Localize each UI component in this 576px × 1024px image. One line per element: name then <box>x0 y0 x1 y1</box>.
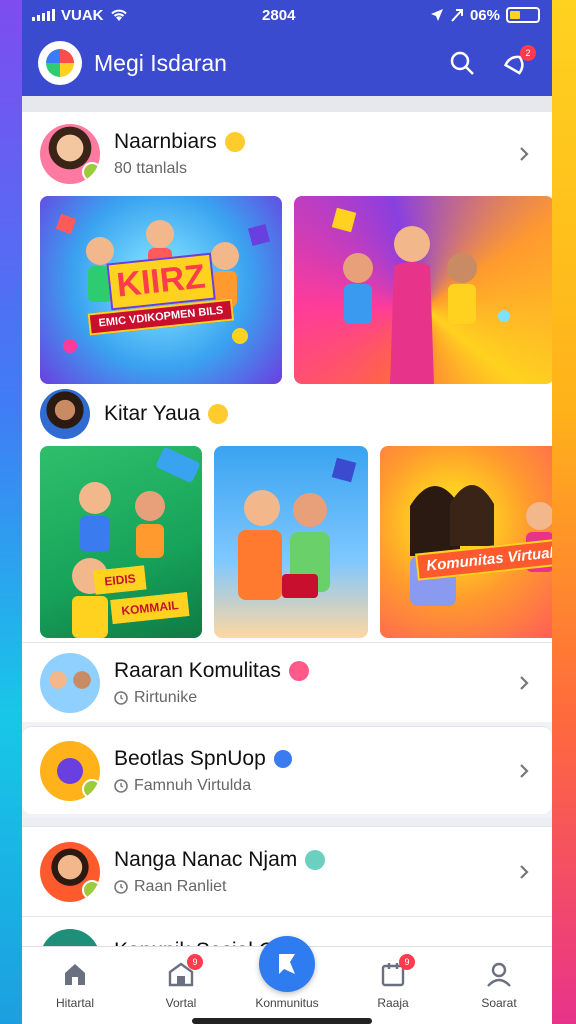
chevron-right-icon <box>520 147 529 161</box>
top-spacer <box>22 96 552 112</box>
list-item-title: Nanga Nanac Njam <box>114 847 298 871</box>
smile-emoji-icon <box>224 132 245 152</box>
feed-image-tile[interactable] <box>214 446 368 638</box>
nav-item-events[interactable]: 9 Raaja <box>348 954 438 1010</box>
list-item[interactable]: Raaran Komulitas Rirtunike <box>22 642 552 722</box>
clock-icon <box>114 690 128 705</box>
status-bar: VUAK 2804 06% <box>22 0 552 30</box>
search-icon <box>450 51 474 75</box>
carrier-text: VUAK <box>61 6 104 24</box>
feed-image-tile[interactable]: EIDIS KOMMAIL <box>40 446 202 638</box>
online-badge <box>82 162 100 182</box>
feed-image-tile[interactable]: KIIRZ EMIC VDIKOPMEN BILS <box>40 196 282 384</box>
list-item[interactable]: Beotlas SpnUop Famnuh Virtulda <box>22 726 552 814</box>
notifications-button[interactable]: 2 <box>496 43 536 83</box>
avatar <box>40 652 100 713</box>
group-name: Kitar Yaua <box>104 402 201 425</box>
decor-left-gradient <box>0 0 22 1024</box>
list-item-sub: Raan Ranliet <box>134 877 227 895</box>
smile-emoji-icon <box>208 404 229 424</box>
nav-label: Raaja <box>377 996 409 1010</box>
image-strip-2: EIDIS KOMMAIL Komunitas Virtual <box>22 442 552 642</box>
group-header-1[interactable]: Naarnbiars 80 ttanlals <box>22 112 552 196</box>
app-logo <box>38 41 82 85</box>
feed-card: Naarnbiars 80 ttanlals KIIRZ EMIC VDIKOP <box>22 112 552 642</box>
feed-image-tile[interactable]: Komunitas Virtual <box>380 446 552 638</box>
clock-icon <box>114 778 128 793</box>
signal-icon <box>32 9 55 21</box>
nav-label: Soarat <box>481 996 517 1010</box>
nav-item-portal[interactable]: 9 Vortal <box>136 954 226 1010</box>
chevron-right-icon <box>520 763 529 778</box>
separator <box>22 818 552 826</box>
avatar <box>40 124 100 184</box>
battery-percent: 06% <box>469 6 500 24</box>
app-title: Megi Isdaran <box>94 49 227 76</box>
globe-emoji-icon <box>305 849 326 870</box>
nav-badge: 9 <box>399 954 415 970</box>
phone-screen: VUAK 2804 06% Megi Isdaran 2 Naarnbiars … <box>22 0 552 1024</box>
home-icon <box>65 964 85 985</box>
friends-illustration-icon <box>238 457 357 600</box>
home-indicator[interactable] <box>192 1018 372 1024</box>
badge-emoji-icon <box>288 660 309 681</box>
location-arrow-icon <box>430 9 443 21</box>
image-strip-1: KIIRZ EMIC VDIKOPMEN BILS <box>22 196 552 386</box>
nav-label: Konmunitus <box>255 996 319 1010</box>
online-badge <box>82 879 100 900</box>
online-badge <box>82 778 100 799</box>
notification-badge: 2 <box>520 45 536 61</box>
nav-label: Hitartal <box>55 996 94 1010</box>
nav-item-community[interactable]: Konmunitus <box>242 936 332 1010</box>
nav-item-home[interactable]: Hitartal <box>30 958 120 1010</box>
wifi-icon <box>110 9 127 21</box>
nav-item-profile[interactable]: Soarat <box>454 958 544 1010</box>
list-item-title: Raaran Komulitas <box>114 658 281 682</box>
profile-icon <box>487 962 511 987</box>
signal-arrow-icon <box>451 9 463 22</box>
battery-icon <box>505 7 540 23</box>
app-bar: Megi Isdaran 2 <box>22 30 552 96</box>
bottom-navigation: Hitartal 9 Vortal Konmunitus 9 Raaja Soa… <box>22 936 552 1024</box>
group-header-2[interactable]: Kitar Yaua <box>22 386 552 442</box>
avatar <box>40 740 100 801</box>
family-illustration-icon <box>331 207 510 384</box>
avatar <box>40 841 100 902</box>
chevron-right-icon <box>520 675 529 690</box>
verified-icon <box>273 749 292 768</box>
decor-right-gradient <box>552 0 576 1024</box>
nav-badge: 9 <box>187 954 203 970</box>
group-name: Naarnbiars <box>114 130 217 153</box>
feed-image-tile[interactable] <box>294 196 552 384</box>
nav-label: Vortal <box>165 996 197 1010</box>
group-sub: 80 ttanlals <box>114 160 187 177</box>
chevron-right-icon <box>520 864 529 879</box>
clock-text: 2804 <box>262 6 296 24</box>
clock-icon <box>114 879 128 894</box>
list-item-sub: Famnuh Virtulda <box>134 776 252 794</box>
list-item-title: Beotlas SpnUop <box>114 746 266 770</box>
list-item[interactable]: Nanga Nanac Njam Raan Ranliet <box>22 826 552 916</box>
list-item-sub: Rirtunike <box>134 688 198 706</box>
search-button[interactable] <box>442 43 482 83</box>
avatar <box>40 389 90 439</box>
